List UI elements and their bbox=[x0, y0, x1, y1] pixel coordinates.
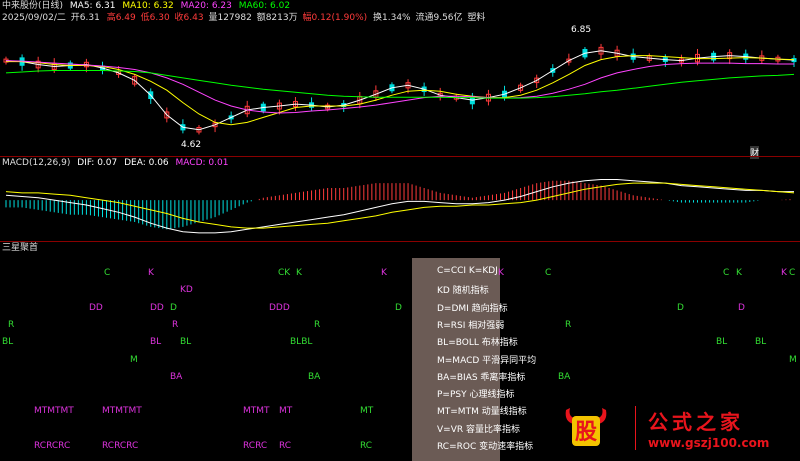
legend-item: R=RSI 相对强弱 bbox=[437, 320, 505, 331]
price-chart bbox=[3, 43, 797, 135]
signal-mark: BL bbox=[2, 337, 14, 348]
bull-logo-icon: 股 bbox=[565, 408, 607, 446]
signal-mark: C bbox=[545, 268, 552, 278]
signal-mark: DDD bbox=[269, 302, 290, 313]
series-ma5-line bbox=[5, 50, 795, 131]
signal-mark: D bbox=[395, 302, 402, 313]
signal-mark: MTMT bbox=[243, 406, 270, 417]
signal-mark: M bbox=[789, 354, 797, 365]
signal-mark: BL bbox=[150, 337, 162, 348]
signal-mark: MTMTMT bbox=[34, 406, 74, 417]
signal-mark: MTMTMT bbox=[102, 406, 142, 417]
signal-mark: K bbox=[781, 268, 787, 278]
signal-mark: RCRC bbox=[243, 441, 268, 451]
series-ma10-line bbox=[6, 55, 795, 126]
macd-chart bbox=[5, 179, 795, 234]
signal-mark: BLBL bbox=[290, 337, 313, 348]
signal-mark: RC bbox=[360, 441, 373, 451]
signal-mark: BA bbox=[308, 371, 321, 382]
signal-mark: D bbox=[677, 302, 684, 313]
legend-item: BA=BIAS 乖离率指标 bbox=[437, 372, 526, 383]
signal-mark: C bbox=[789, 268, 796, 278]
signal-mark: KD bbox=[180, 285, 193, 296]
watermark-title: 公式之家 bbox=[648, 410, 744, 434]
signal-mark: CK bbox=[278, 268, 291, 278]
watermark-glyph: 股 bbox=[575, 419, 597, 445]
signal-mark: R bbox=[8, 319, 15, 330]
signal-mark: BL bbox=[755, 337, 767, 348]
macd-panel: MACD(12,26,9) DIF: 0.07 DEA: 0.06 MACD: … bbox=[0, 157, 800, 240]
signal-mark: MT bbox=[279, 406, 293, 417]
signal-mark: D bbox=[738, 302, 745, 313]
signal-mark: K bbox=[736, 268, 742, 278]
watermark: 股 公式之家 www.gszj100.com bbox=[556, 400, 800, 461]
legend-item: RC=ROC 变动速率指标 bbox=[437, 442, 534, 452]
price-low-label: 4.62 bbox=[181, 140, 202, 150]
signal-mark: BL bbox=[180, 337, 192, 348]
watermark-url: www.gszj100.com bbox=[648, 436, 770, 450]
signal-mark: RCRCRC bbox=[102, 441, 139, 451]
signal-mark: C bbox=[723, 268, 730, 278]
signal-mark: BA bbox=[170, 371, 183, 382]
signal-mark: DD bbox=[150, 302, 164, 313]
signal-mark: BL bbox=[716, 337, 728, 348]
signal-mark: D bbox=[170, 302, 177, 313]
legend-item: M=MACD 平滑异同平均 bbox=[437, 355, 537, 366]
legend-item: BL=BOLL 布林指标 bbox=[437, 338, 518, 349]
signal-mark: M bbox=[130, 354, 138, 365]
legend-item: D=DMI 趋向指标 bbox=[437, 303, 508, 314]
legend-item: V=VR 容量比率指标 bbox=[437, 424, 520, 435]
signal-mark: K bbox=[148, 268, 154, 278]
legend-item: P=PSY 心理线指标 bbox=[437, 390, 515, 401]
signal-mark: C bbox=[104, 268, 111, 278]
signal-mark: RC bbox=[279, 441, 292, 451]
signal-mark: K bbox=[381, 268, 387, 278]
legend-item: MT=MTM 动量线指标 bbox=[437, 407, 527, 418]
signal-mark: R bbox=[565, 319, 572, 330]
indicator-title: 三星聚首 bbox=[2, 243, 39, 253]
signal-mark: DD bbox=[89, 302, 103, 313]
signal-mark: K bbox=[296, 268, 302, 278]
signal-mark: R bbox=[314, 319, 321, 330]
price-panel: 中来股份(日线) MA5: 6.31 MA10: 6.32 MA20: 6.23… bbox=[0, 0, 800, 159]
signal-mark: K bbox=[498, 268, 504, 278]
watermark-divider bbox=[635, 406, 636, 450]
series-ma60-line bbox=[5, 70, 795, 99]
signal-mark: RCRCRC bbox=[34, 441, 71, 451]
signal-mark: R bbox=[172, 319, 179, 330]
legend-item: C=CCI K=KDJ bbox=[437, 266, 498, 276]
legend-item: KD 随机指标 bbox=[437, 286, 489, 297]
signal-mark: MT bbox=[360, 406, 374, 417]
price-high-label: 6.85 bbox=[571, 25, 592, 35]
signal-mark: BA bbox=[558, 371, 571, 382]
